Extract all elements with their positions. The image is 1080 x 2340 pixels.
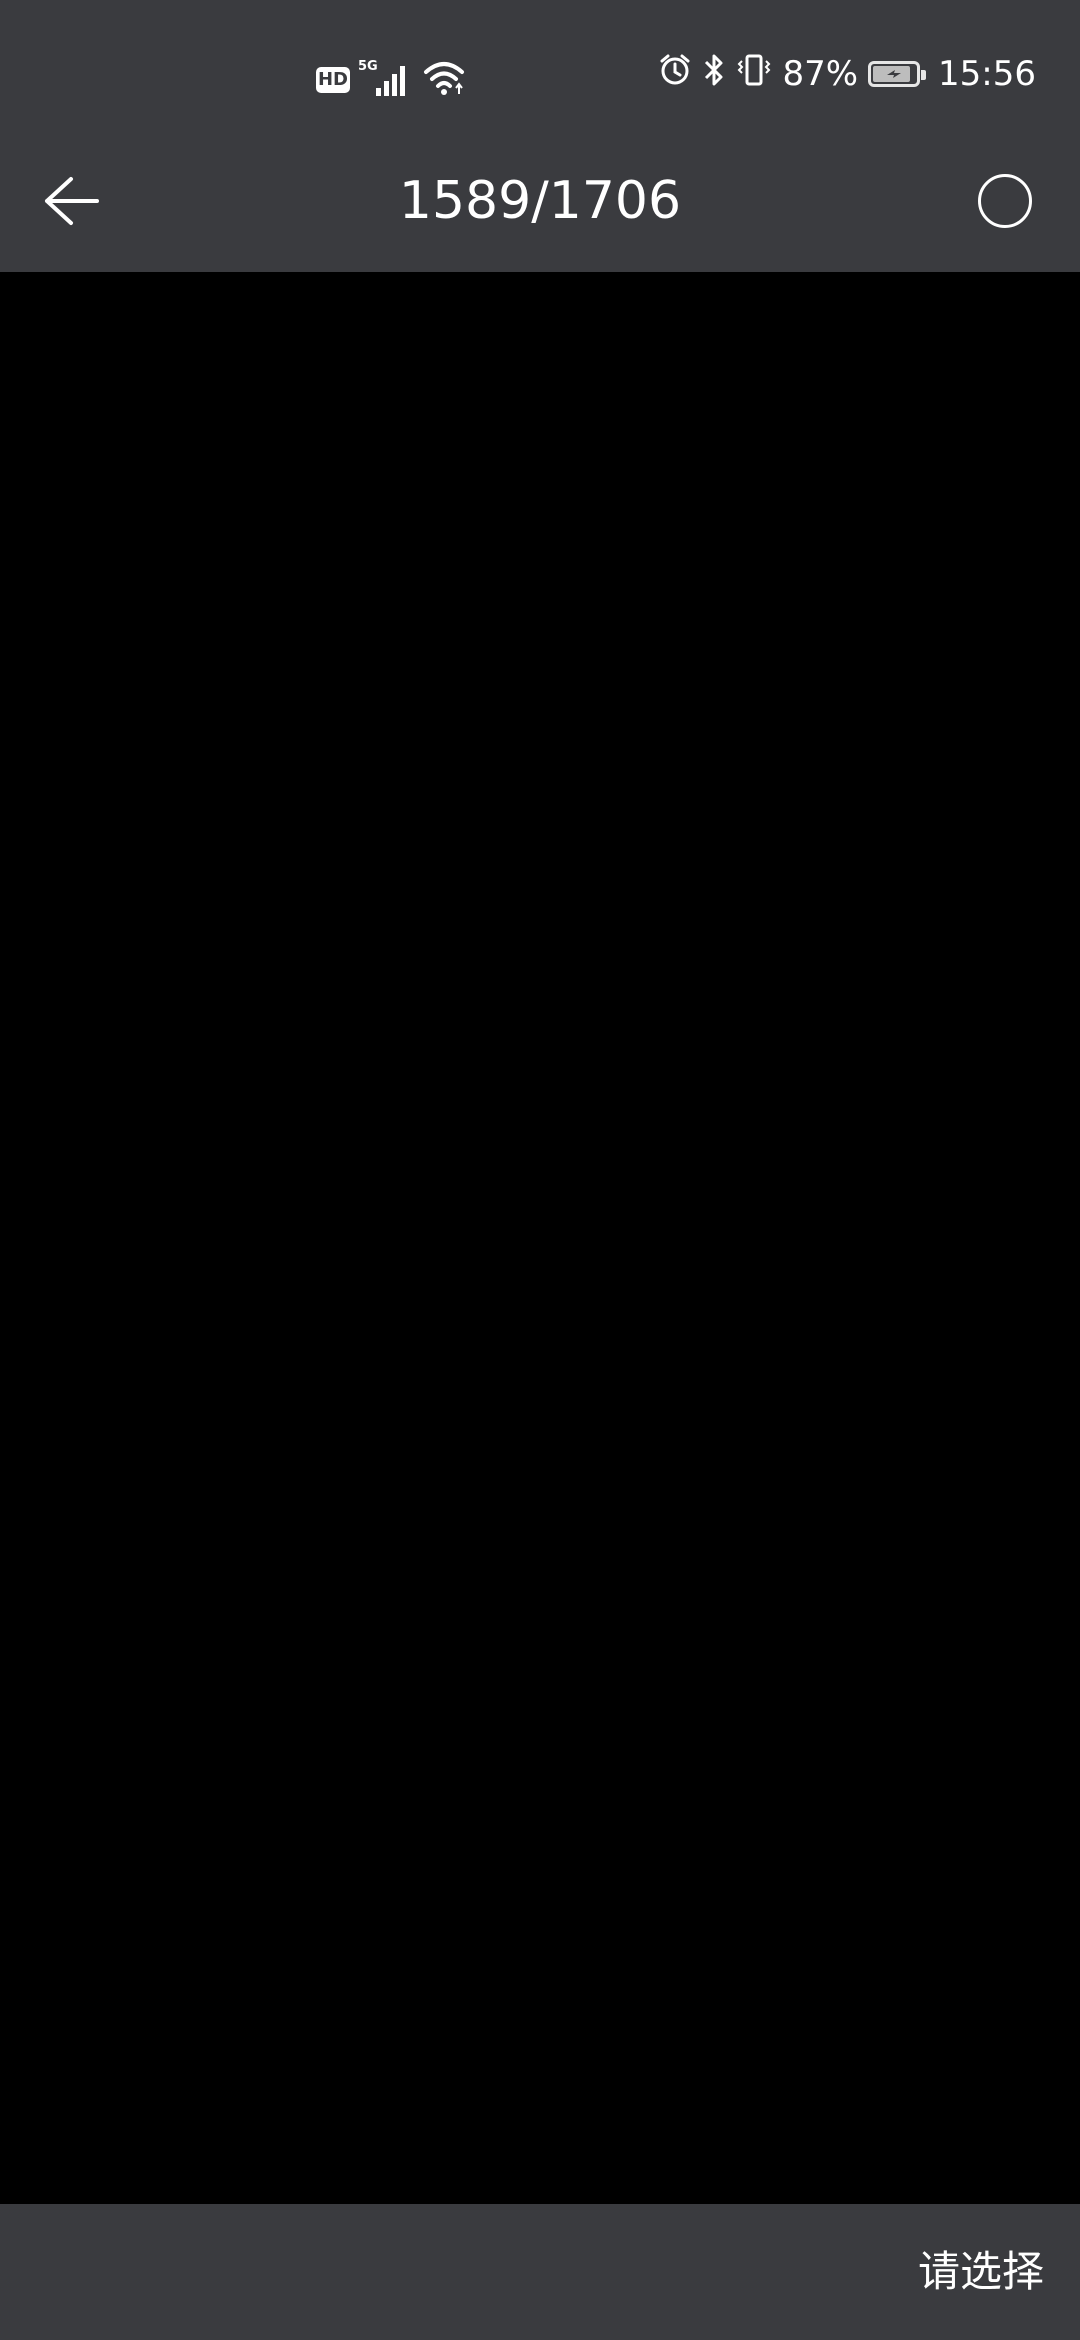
vibrate-icon: [736, 53, 772, 96]
alarm-icon: [658, 53, 692, 96]
bluetooth-icon: [702, 53, 726, 96]
status-bar: HD 5G 87% 15:56: [0, 0, 1080, 130]
battery-percent: 87%: [782, 54, 859, 94]
wifi-icon: [422, 58, 466, 102]
app-header: 1589/1706: [0, 130, 1080, 272]
photo-preview-screen: HD 5G 87% 15:56 1589/1706 请选择: [0, 0, 1080, 2340]
svg-text:5G: 5G: [358, 59, 378, 74]
charging-bolt-icon: [887, 70, 902, 78]
top-bars: HD 5G 87% 15:56 1589/1706: [0, 0, 1080, 272]
hd-icon: HD: [316, 67, 350, 93]
bottom-bar: 请选择: [0, 2204, 1080, 2340]
select-circle-icon[interactable]: [978, 174, 1032, 228]
signal-5g-icon: 5G: [358, 58, 414, 102]
status-bar-left: HD 5G: [316, 58, 466, 102]
status-bar-right: 87% 15:56: [658, 54, 1036, 94]
image-viewer[interactable]: [0, 272, 1080, 2204]
choose-button[interactable]: 请选择: [918, 2240, 1044, 2304]
status-time: 15:56: [938, 54, 1036, 94]
page-counter: 1589/1706: [398, 171, 682, 231]
battery-charging-icon: [868, 61, 927, 87]
